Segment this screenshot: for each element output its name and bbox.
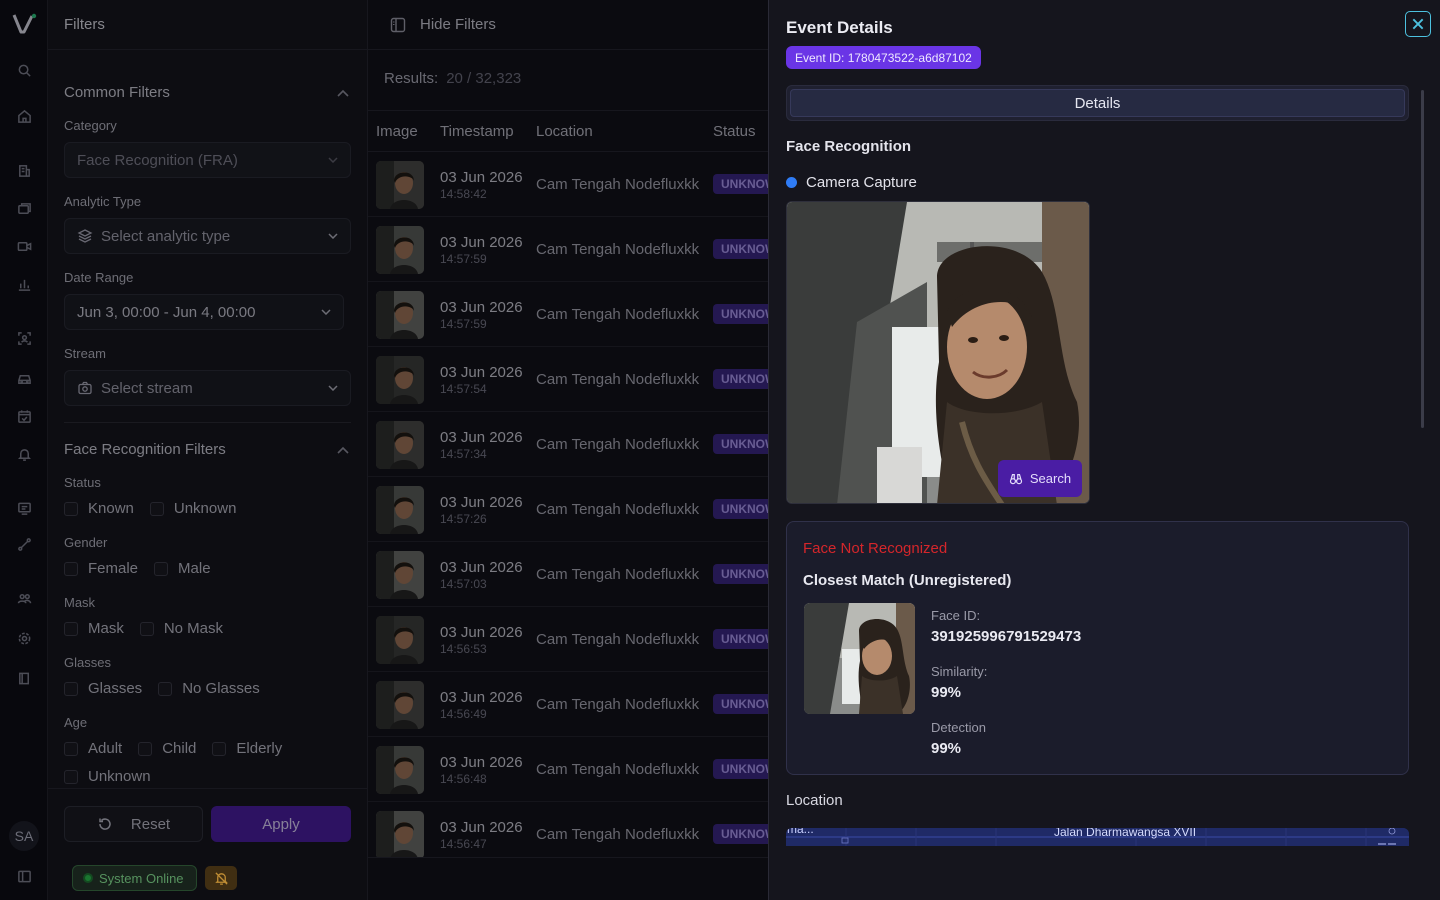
event-details-panel: Event Details Event ID: 1780473522-a6d87… [768,0,1440,900]
detection-label: Detection [931,720,986,735]
notifications-muted-button[interactable] [205,866,237,890]
event-id-badge: Event ID: 1780473522-a6d87102 [786,46,981,69]
map-street-label: Jalan Dharmawangsa XVII [1054,828,1197,839]
system-status-badge: System Online [72,865,197,891]
camera-capture-image[interactable] [786,201,1090,504]
detail-tabs: Details [786,85,1409,121]
close-icon [1412,18,1424,30]
bell-off-icon [214,871,228,885]
camera-status-dot [786,177,797,188]
similarity-label: Similarity: [931,664,988,679]
face-recognition-heading: Face Recognition [786,138,912,155]
match-card: Face Not Recognized Closest Match (Unreg… [786,521,1409,775]
binoculars-icon [1009,473,1023,484]
location-heading: Location [786,792,843,809]
modal-backdrop[interactable] [0,0,768,900]
location-map[interactable]: Jalan Dharmawangsa XVII ma... [786,828,1409,846]
event-details-title: Event Details [786,18,893,37]
closest-match-image[interactable] [804,603,915,714]
system-status-label: System Online [99,870,184,886]
face-id-value: 391925996791529473 [931,628,1082,645]
closest-match-heading: Closest Match (Unregistered) [803,572,1012,589]
camera-capture-label: Camera Capture [806,174,917,191]
tab-details[interactable]: Details [790,89,1405,117]
similarity-value: 99% [931,684,962,701]
face-id-label: Face ID: [931,608,981,623]
camera-capture-heading: Camera Capture [786,174,917,191]
detection-value: 99% [931,740,962,757]
search-button[interactable]: Search [998,460,1082,497]
status-dot [83,873,93,883]
search-button-label: Search [1029,471,1072,486]
match-photo [804,603,915,714]
face-not-recognized-text: Face Not Recognized [803,540,948,557]
close-button[interactable] [1405,11,1431,37]
map-street-label-2: ma... [787,828,814,836]
scrollbar[interactable] [1421,90,1424,428]
capture-photo [787,202,1089,503]
